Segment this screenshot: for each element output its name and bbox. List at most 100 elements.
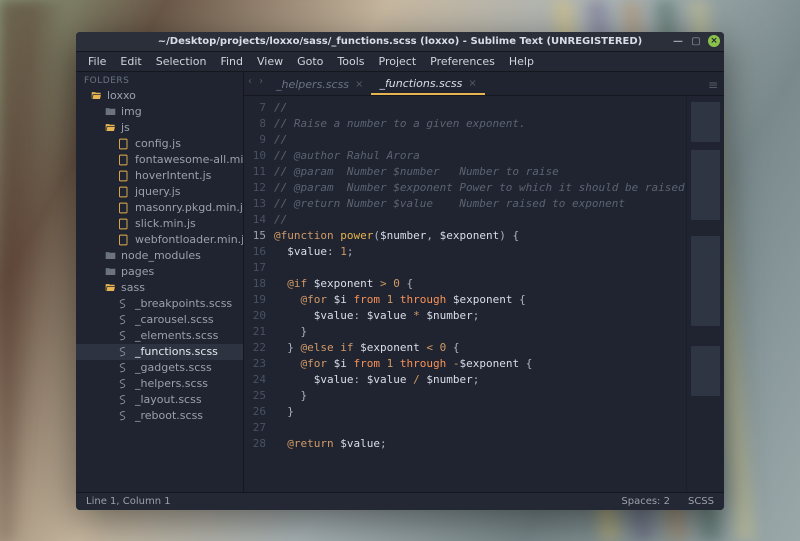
menu-preferences[interactable]: Preferences — [424, 53, 501, 70]
tree-item[interactable]: jquery.js — [76, 184, 243, 200]
line-number[interactable]: 13 — [244, 196, 266, 212]
line-number[interactable]: 14 — [244, 212, 266, 228]
tree-item[interactable]: js — [76, 120, 243, 136]
line-number[interactable]: 25 — [244, 388, 266, 404]
line-number[interactable]: 28 — [244, 436, 266, 452]
menu-selection[interactable]: Selection — [150, 53, 213, 70]
line-number[interactable]: 23 — [244, 356, 266, 372]
code-line[interactable]: } — [274, 324, 686, 340]
file-js-icon — [118, 170, 130, 182]
code-line[interactable]: } — [274, 388, 686, 404]
tree-item[interactable]: node_modules — [76, 248, 243, 264]
menu-project[interactable]: Project — [373, 53, 423, 70]
tree-item[interactable]: _helpers.scss — [76, 376, 243, 392]
tree-item-label: node_modules — [121, 249, 201, 262]
line-number[interactable]: 9 — [244, 132, 266, 148]
tree-item[interactable]: masonry.pkgd.min.js — [76, 200, 243, 216]
close-icon[interactable]: × — [708, 35, 720, 47]
code-line[interactable]: @function power($number, $exponent) { — [274, 228, 686, 244]
tree-item[interactable]: _carousel.scss — [76, 312, 243, 328]
code-line[interactable]: // @return Number $value Number raised t… — [274, 196, 686, 212]
line-number[interactable]: 21 — [244, 324, 266, 340]
status-syntax[interactable]: SCSS — [688, 496, 714, 507]
line-number[interactable]: 18 — [244, 276, 266, 292]
tree-item[interactable]: webfontloader.min.js — [76, 232, 243, 248]
tab-nav-arrows[interactable]: ‹ › — [248, 76, 265, 87]
menu-edit[interactable]: Edit — [114, 53, 147, 70]
menu-file[interactable]: File — [82, 53, 112, 70]
line-number[interactable]: 12 — [244, 180, 266, 196]
line-number[interactable]: 11 — [244, 164, 266, 180]
code-line[interactable]: // — [274, 132, 686, 148]
menu-view[interactable]: View — [251, 53, 289, 70]
line-number[interactable]: 15 — [244, 228, 266, 244]
tab-close-icon[interactable]: × — [468, 78, 476, 89]
titlebar[interactable]: ~/Desktop/projects/loxxo/sass/_functions… — [76, 32, 724, 52]
app-window: ~/Desktop/projects/loxxo/sass/_functions… — [76, 32, 724, 510]
tree-item[interactable]: config.js — [76, 136, 243, 152]
tree-item-label: slick.min.js — [135, 217, 196, 230]
line-number[interactable]: 7 — [244, 100, 266, 116]
line-number[interactable]: 27 — [244, 420, 266, 436]
code-line[interactable]: // @param Number $number Number to raise — [274, 164, 686, 180]
code-line[interactable]: // @param Number $exponent Power to whic… — [274, 180, 686, 196]
tree-item[interactable]: _reboot.scss — [76, 408, 243, 424]
minimap[interactable] — [686, 96, 724, 492]
menu-help[interactable]: Help — [503, 53, 540, 70]
code-line[interactable]: // — [274, 100, 686, 116]
line-gutter[interactable]: 7891011121314151617181920212223242526272… — [244, 96, 274, 492]
line-number[interactable]: 16 — [244, 244, 266, 260]
folder-open-icon — [90, 90, 102, 102]
maximize-icon[interactable]: ▢ — [690, 35, 702, 47]
code-line[interactable]: // — [274, 212, 686, 228]
tree-item[interactable]: _breakpoints.scss — [76, 296, 243, 312]
status-position[interactable]: Line 1, Column 1 — [86, 496, 171, 507]
code-line[interactable]: @return $value; — [274, 436, 686, 452]
tree-item[interactable]: fontawesome-all.min.js — [76, 152, 243, 168]
code-line[interactable] — [274, 260, 686, 276]
tree-item[interactable]: slick.min.js — [76, 216, 243, 232]
tab-label: _functions.scss — [379, 77, 462, 90]
tree-item[interactable]: _layout.scss — [76, 392, 243, 408]
menu-goto[interactable]: Goto — [291, 53, 329, 70]
line-number[interactable]: 20 — [244, 308, 266, 324]
code-line[interactable]: @if $exponent > 0 { — [274, 276, 686, 292]
tree-item[interactable]: _elements.scss — [76, 328, 243, 344]
line-number[interactable]: 17 — [244, 260, 266, 276]
line-number[interactable]: 22 — [244, 340, 266, 356]
sidebar-header: FOLDERS — [76, 72, 243, 88]
tab[interactable]: _functions.scss × — [371, 73, 484, 95]
tab[interactable]: _helpers.scss× — [268, 73, 371, 95]
tree-item[interactable]: _gadgets.scss — [76, 360, 243, 376]
tab-close-icon[interactable]: × — [355, 79, 363, 90]
minimize-icon[interactable]: — — [672, 35, 684, 47]
code-line[interactable]: @for $i from 1 through $exponent { — [274, 292, 686, 308]
tree-item[interactable]: pages — [76, 264, 243, 280]
tree-item[interactable]: img — [76, 104, 243, 120]
code-line[interactable]: $value: $value / $number; — [274, 372, 686, 388]
code-line[interactable]: $value: 1; — [274, 244, 686, 260]
tree-item-label: sass — [121, 281, 145, 294]
line-number[interactable]: 8 — [244, 116, 266, 132]
code-line[interactable]: @for $i from 1 through -$exponent { — [274, 356, 686, 372]
menu-find[interactable]: Find — [214, 53, 249, 70]
status-spaces[interactable]: Spaces: 2 — [621, 496, 670, 507]
tree-item[interactable]: sass — [76, 280, 243, 296]
line-number[interactable]: 24 — [244, 372, 266, 388]
tree-item-label: _layout.scss — [135, 393, 202, 406]
code-line[interactable] — [274, 420, 686, 436]
code-area[interactable]: //// Raise a number to a given exponent.… — [274, 96, 686, 492]
code-line[interactable]: } — [274, 404, 686, 420]
tree-item[interactable]: _functions.scss — [76, 344, 243, 360]
code-line[interactable]: // @author Rahul Arora — [274, 148, 686, 164]
tree-item[interactable]: hoverIntent.js — [76, 168, 243, 184]
menu-tools[interactable]: Tools — [331, 53, 370, 70]
code-line[interactable]: $value: $value * $number; — [274, 308, 686, 324]
code-line[interactable]: // Raise a number to a given exponent. — [274, 116, 686, 132]
tab-menu-icon[interactable]: ≡ — [708, 78, 718, 92]
tree-item[interactable]: loxxo — [76, 88, 243, 104]
code-line[interactable]: } @else if $exponent < 0 { — [274, 340, 686, 356]
line-number[interactable]: 26 — [244, 404, 266, 420]
line-number[interactable]: 10 — [244, 148, 266, 164]
line-number[interactable]: 19 — [244, 292, 266, 308]
